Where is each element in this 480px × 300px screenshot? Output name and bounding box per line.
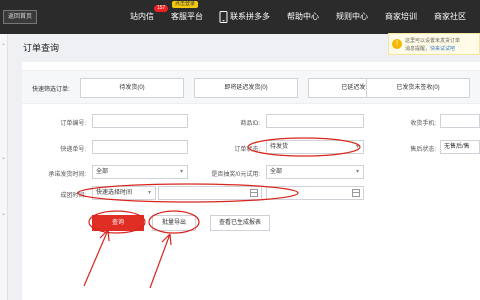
back-home-button[interactable]: 返回首页 (3, 10, 38, 24)
tracking-no-label: 快递单号: (60, 147, 86, 153)
tracking-no-input[interactable] (92, 140, 188, 154)
nav-item-messages[interactable]: 站内信 (130, 11, 154, 23)
group-time-end-input[interactable] (266, 186, 364, 200)
after-sale-label: 售后状态: (410, 147, 436, 153)
lottery-label: 是否抽奖/0元试用: (211, 172, 260, 178)
tip-text: 这里可以设置未发货订单 (405, 38, 461, 44)
chevron-down-icon[interactable]: ⌄ (1, 154, 7, 161)
quick-filter-about-to-delay[interactable]: 即将延迟发货(0) (194, 78, 298, 98)
page-title: 订单查询 (23, 43, 60, 53)
group-time-quick-select[interactable]: 快速选择时间 ▾ (92, 186, 156, 200)
top-nav: 返回首页 站内信 157 点击登录 客服平台 联系拼多多 帮助中心 规则中心 商… (0, 0, 480, 34)
left-rail: ⌄ ⌄ ⌄ (0, 34, 8, 300)
nav-item-rules-center[interactable]: 规则中心 (336, 11, 368, 23)
calendar-icon[interactable] (250, 189, 258, 197)
nav-item-merchant-training[interactable]: 商家培训 (385, 11, 417, 23)
lottery-value: 全部 (270, 169, 283, 175)
chevron-down-icon: ▾ (147, 190, 151, 196)
receiver-phone-label: 收货手机: (410, 121, 436, 127)
order-status-select[interactable]: 待发货 ▾ (266, 140, 364, 154)
product-id-input[interactable] (266, 114, 364, 128)
bulk-export-button[interactable]: 批量导出 (152, 215, 196, 231)
group-time-start-input[interactable] (158, 186, 262, 200)
order-no-label: 订单编号: (60, 121, 86, 127)
view-generated-reports-button[interactable]: 查看已生成报表 (210, 215, 270, 231)
promise-time-select[interactable]: 全部 ▾ (92, 165, 188, 179)
order-status-value: 待发货 (270, 144, 289, 150)
tip-banner: ! 这里可以设置未发货订单 消息提醒，快来试试吧 (388, 33, 480, 55)
chevron-down-icon: ▾ (355, 169, 359, 175)
group-time-value: 快速选择时间 (96, 190, 133, 196)
quick-filter-shipped-unsigned[interactable]: 已发货未签收(0) (366, 78, 470, 98)
tip-text-2: 消息提醒， (405, 46, 431, 52)
order-status-label: 订单状态: (234, 147, 260, 153)
nav-item-merchant-community[interactable]: 商家社区 (434, 11, 466, 23)
receiver-phone-input[interactable] (440, 114, 480, 128)
login-tag[interactable]: 点击登录 (172, 1, 199, 8)
promise-time-label: 承诺发货时间: (48, 172, 86, 178)
calendar-icon[interactable] (352, 189, 360, 197)
phone-icon (219, 11, 228, 23)
lottery-select[interactable]: 全部 ▾ (266, 165, 364, 179)
group-time-label: 成团时间: (60, 193, 86, 199)
order-query-panel: 快速筛选订单: 待发货(0) 即将延迟发货(0) 已延迟发货(0) 已发货未签收… (22, 62, 480, 300)
chevron-down-icon: ▾ (355, 144, 359, 150)
query-button[interactable]: 查询 (92, 215, 144, 231)
message-count-badge: 157 (154, 5, 169, 12)
promise-time-value: 全部 (96, 169, 109, 175)
nav-item-customer-service[interactable]: 客服平台 (171, 11, 203, 23)
after-sale-value: 无售后/售 (444, 144, 470, 150)
tip-link[interactable]: 快来试试吧 (430, 46, 455, 52)
quick-filter-bar: 快速筛选订单: 待发货(0) 即将延迟发货(0) 已延迟发货(0) 已发货未签收… (22, 70, 480, 104)
order-no-input[interactable] (92, 114, 188, 128)
nav-item-contact-pdd[interactable]: 联系拼多多 (230, 11, 270, 23)
quick-filter-pending-shipment[interactable]: 待发货(0) (80, 78, 184, 98)
product-id-label: 商品ID: (240, 121, 260, 127)
quick-filter-label: 快速筛选订单: (32, 87, 70, 93)
chevron-down-icon: ▾ (179, 169, 183, 175)
chevron-down-icon[interactable]: ⌄ (1, 210, 7, 217)
lightbulb-icon: ! (392, 39, 402, 49)
after-sale-select[interactable]: 无售后/售 (440, 140, 480, 154)
nav-item-help-center[interactable]: 帮助中心 (287, 11, 319, 23)
chevron-down-icon[interactable]: ⌄ (1, 40, 7, 47)
